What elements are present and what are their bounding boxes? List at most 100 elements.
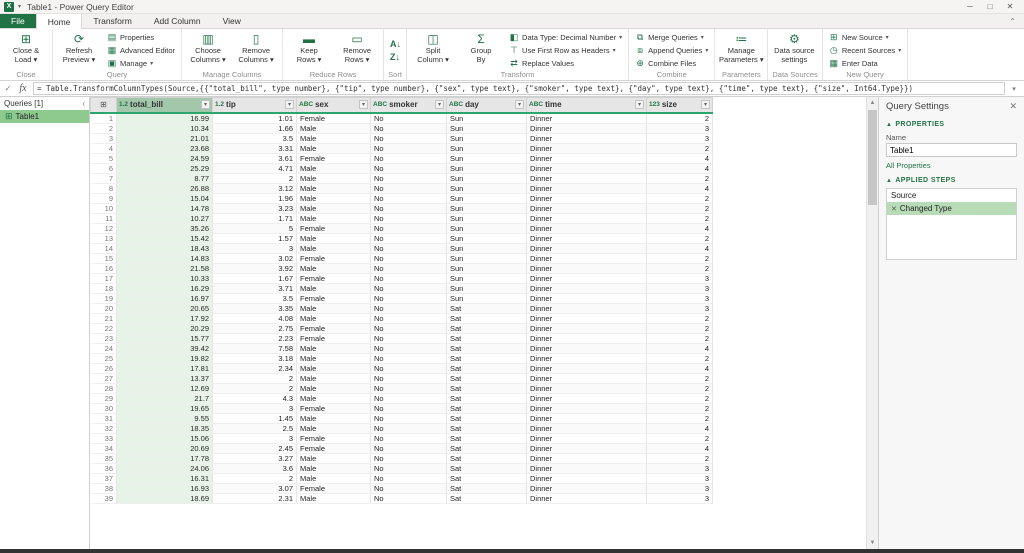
cell-tip[interactable]: 3.6 (213, 463, 297, 473)
cell-day[interactable]: Sat (447, 413, 527, 423)
cell-size[interactable]: 2 (647, 313, 713, 323)
quick-access-caret[interactable]: ▾ (18, 3, 21, 10)
recent-sources-button[interactable]: ◷Recent Sources▾ (825, 44, 905, 57)
cell-smoker[interactable]: No (371, 283, 447, 293)
cell-total-bill[interactable]: 24.59 (117, 153, 213, 163)
cell-size[interactable]: 4 (647, 363, 713, 373)
ribbon-collapse-icon[interactable]: ⌃ (1001, 14, 1024, 28)
cell-size[interactable]: 2 (647, 113, 713, 124)
append-queries-button[interactable]: ⧈Append Queries▾ (631, 44, 712, 57)
row-number[interactable]: 8 (91, 183, 117, 193)
sort-ascending-button[interactable]: A↓ (386, 37, 404, 50)
row-number[interactable]: 26 (91, 363, 117, 373)
cell-day[interactable]: Sat (447, 313, 527, 323)
cell-total-bill[interactable]: 10.34 (117, 123, 213, 133)
refresh-preview-button[interactable]: ⟳RefreshPreview ▾ (55, 30, 103, 70)
cell-smoker[interactable]: No (371, 133, 447, 143)
cell-time[interactable]: Dinner (527, 163, 647, 173)
cell-size[interactable]: 2 (647, 233, 713, 243)
tab-add-column[interactable]: Add Column (143, 14, 212, 28)
cell-smoker[interactable]: No (371, 203, 447, 213)
cell-size[interactable]: 3 (647, 273, 713, 283)
cell-day[interactable]: Sat (447, 393, 527, 403)
cell-day[interactable]: Sun (447, 203, 527, 213)
cell-size[interactable]: 3 (647, 283, 713, 293)
cell-total-bill[interactable]: 16.93 (117, 483, 213, 493)
row-number[interactable]: 39 (91, 493, 117, 503)
row-number[interactable]: 30 (91, 403, 117, 413)
cell-time[interactable]: Dinner (527, 203, 647, 213)
cell-total-bill[interactable]: 18.35 (117, 423, 213, 433)
row-number[interactable]: 12 (91, 223, 117, 233)
cell-tip[interactable]: 2 (213, 383, 297, 393)
query-item-table1[interactable]: ⊞Table1 (0, 110, 89, 123)
cell-sex[interactable]: Female (297, 403, 371, 413)
row-number[interactable]: 9 (91, 193, 117, 203)
cell-time[interactable]: Dinner (527, 393, 647, 403)
cell-total-bill[interactable]: 16.97 (117, 293, 213, 303)
column-header-total-bill[interactable]: 1.2total_bill▾ (117, 98, 213, 113)
cell-sex[interactable]: Male (297, 393, 371, 403)
cell-size[interactable]: 4 (647, 423, 713, 433)
cell-size[interactable]: 4 (647, 153, 713, 163)
cell-smoker[interactable]: No (371, 293, 447, 303)
row-number[interactable]: 33 (91, 433, 117, 443)
cell-total-bill[interactable]: 18.69 (117, 493, 213, 503)
cell-smoker[interactable]: No (371, 143, 447, 153)
cell-total-bill[interactable]: 24.06 (117, 463, 213, 473)
row-number[interactable]: 10 (91, 203, 117, 213)
row-number[interactable]: 28 (91, 383, 117, 393)
cell-total-bill[interactable]: 14.83 (117, 253, 213, 263)
cell-time[interactable]: Dinner (527, 413, 647, 423)
select-all-corner[interactable]: ⊞ (91, 98, 117, 113)
cell-tip[interactable]: 5 (213, 223, 297, 233)
split-column-button[interactable]: ◫SplitColumn ▾ (409, 30, 457, 70)
cell-time[interactable]: Dinner (527, 353, 647, 363)
data-type-button[interactable]: ◧Data Type: Decimal Number▾ (505, 31, 626, 44)
cell-total-bill[interactable]: 15.06 (117, 433, 213, 443)
cell-day[interactable]: Sun (447, 133, 527, 143)
row-number[interactable]: 2 (91, 123, 117, 133)
cell-size[interactable]: 2 (647, 213, 713, 223)
cell-sex[interactable]: Male (297, 263, 371, 273)
cell-sex[interactable]: Male (297, 143, 371, 153)
cell-time[interactable]: Dinner (527, 293, 647, 303)
cell-sex[interactable]: Male (297, 173, 371, 183)
cell-time[interactable]: Dinner (527, 143, 647, 153)
cell-total-bill[interactable]: 15.04 (117, 193, 213, 203)
cell-smoker[interactable]: No (371, 443, 447, 453)
cell-size[interactable]: 3 (647, 473, 713, 483)
cell-time[interactable]: Dinner (527, 423, 647, 433)
row-number[interactable]: 29 (91, 393, 117, 403)
properties-button[interactable]: ▤Properties (103, 31, 179, 44)
cell-sex[interactable]: Male (297, 353, 371, 363)
row-number[interactable]: 36 (91, 463, 117, 473)
cell-day[interactable]: Sat (447, 463, 527, 473)
cell-smoker[interactable]: No (371, 333, 447, 343)
cell-tip[interactable]: 2 (213, 173, 297, 183)
cell-day[interactable]: Sun (447, 293, 527, 303)
cell-time[interactable]: Dinner (527, 403, 647, 413)
filter-dropdown-icon[interactable]: ▾ (635, 100, 644, 109)
cell-smoker[interactable]: No (371, 303, 447, 313)
row-number[interactable]: 4 (91, 143, 117, 153)
cell-day[interactable]: Sat (447, 333, 527, 343)
cell-sex[interactable]: Female (297, 433, 371, 443)
cell-day[interactable]: Sat (447, 353, 527, 363)
cell-size[interactable]: 3 (647, 483, 713, 493)
cell-day[interactable]: Sat (447, 493, 527, 503)
first-row-headers-button[interactable]: ⊤Use First Row as Headers▾ (505, 44, 626, 57)
cell-total-bill[interactable]: 16.31 (117, 473, 213, 483)
cell-time[interactable]: Dinner (527, 193, 647, 203)
cell-time[interactable]: Dinner (527, 173, 647, 183)
keep-rows-button[interactable]: ▬KeepRows ▾ (285, 30, 333, 70)
cell-time[interactable]: Dinner (527, 463, 647, 473)
filter-dropdown-icon[interactable]: ▾ (515, 100, 524, 109)
row-number[interactable]: 35 (91, 453, 117, 463)
manage-button[interactable]: ▣Manage▾ (103, 57, 179, 70)
cell-total-bill[interactable]: 20.65 (117, 303, 213, 313)
cell-day[interactable]: Sun (447, 123, 527, 133)
cell-time[interactable]: Dinner (527, 453, 647, 463)
cell-day[interactable]: Sat (447, 363, 527, 373)
cell-time[interactable]: Dinner (527, 123, 647, 133)
